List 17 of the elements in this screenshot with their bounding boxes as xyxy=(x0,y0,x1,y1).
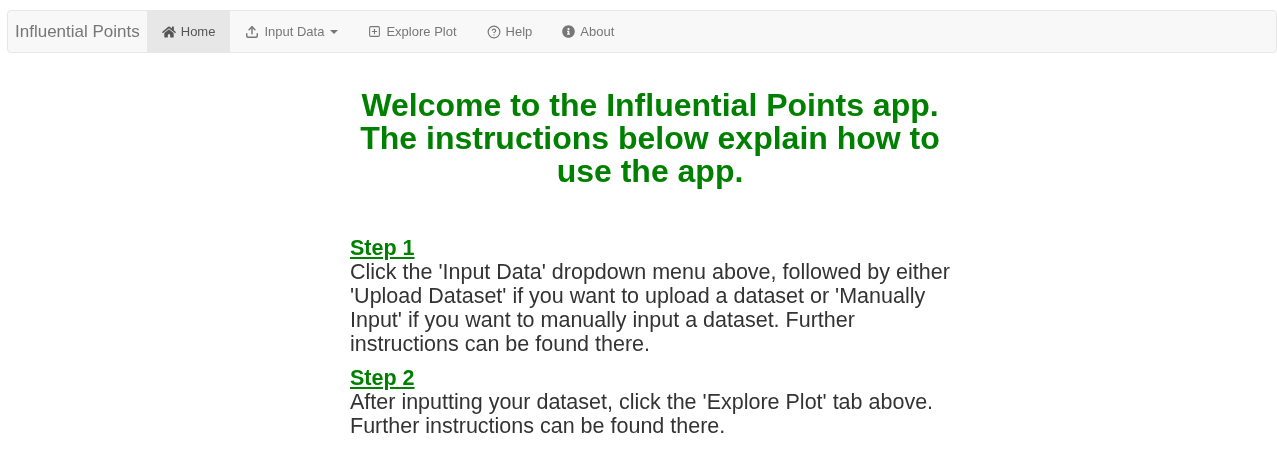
nav-tab[interactable]: Input Data xyxy=(230,11,354,52)
help-icon xyxy=(486,24,501,39)
plus-square-icon xyxy=(368,25,382,38)
step-text: Click the 'Input Data' dropdown menu above, followed by either 'Upload Dataset' if you want to upload a dataset or 'Manually Input' if you want to manually input a dataset. Further instructions can be found there. xyxy=(350,260,951,356)
step-text: After inputting your dataset, click the 'Explore Plot' tab above. Further instructions can be found there. xyxy=(350,390,935,438)
app-brand[interactable]: Influential Points xyxy=(8,11,147,52)
home-icon xyxy=(161,24,176,39)
welcome-heading: Welcome to the Influential Points app. The instructions below explain how to use the app. xyxy=(359,89,941,188)
nav-tab[interactable]: Help xyxy=(471,11,548,52)
info-icon xyxy=(562,25,576,38)
upload-icon xyxy=(245,24,260,39)
nav-tab[interactable]: About xyxy=(547,11,630,52)
nav-tab[interactable]: Explore Plot xyxy=(353,11,472,52)
step-title: Step 1 xyxy=(350,236,415,260)
nav-tab[interactable]: Home xyxy=(146,11,231,52)
step-title: Step 2 xyxy=(350,366,415,390)
caret-icon xyxy=(330,29,339,34)
